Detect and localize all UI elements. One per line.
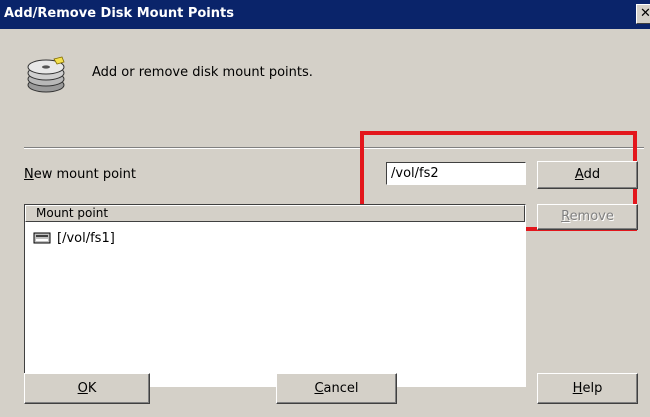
cancel-button[interactable]: Cancel <box>276 373 397 404</box>
add-button[interactable]: Add <box>537 161 638 189</box>
list-item-label: [/vol/fs1] <box>57 230 115 246</box>
remove-button-accel: R <box>561 209 570 224</box>
window-title: Add/Remove Disk Mount Points <box>4 6 234 21</box>
close-icon: ✕ <box>640 6 650 21</box>
dialog-description: Add or remove disk mount points. <box>92 65 313 80</box>
close-button[interactable]: ✕ <box>636 4 650 24</box>
help-button-accel: H <box>572 381 583 396</box>
ok-button[interactable]: OK <box>24 373 150 404</box>
list-item[interactable]: [/vol/fs1] <box>33 229 115 247</box>
add-button-accel: A <box>574 167 584 182</box>
add-button-text: dd <box>583 167 601 182</box>
remove-button[interactable]: Remove <box>537 204 638 230</box>
help-button-text: elp <box>582 381 603 396</box>
new-mount-point-label: New mount point <box>24 167 136 182</box>
mount-point-list[interactable]: Mount point [/vol/fs1] <box>24 204 526 387</box>
dialog-body: Add or remove disk mount points. New mou… <box>0 29 650 417</box>
new-mount-point-label-text: ew mount point <box>33 167 136 182</box>
remove-button-text: emove <box>569 209 614 224</box>
drive-icon <box>33 232 51 244</box>
column-header-mount-point[interactable]: Mount point <box>25 205 525 222</box>
disk-stack-icon <box>27 56 65 93</box>
help-button[interactable]: Help <box>537 373 638 404</box>
title-bar[interactable]: Add/Remove Disk Mount Points ✕ <box>0 0 650 29</box>
cancel-button-text: ancel <box>323 381 359 396</box>
cancel-button-accel: C <box>314 381 324 396</box>
ok-button-text: K <box>87 381 97 396</box>
new-mount-point-label-accel: N <box>24 167 34 182</box>
ok-button-accel: O <box>77 381 88 396</box>
new-mount-point-input[interactable] <box>386 162 526 185</box>
